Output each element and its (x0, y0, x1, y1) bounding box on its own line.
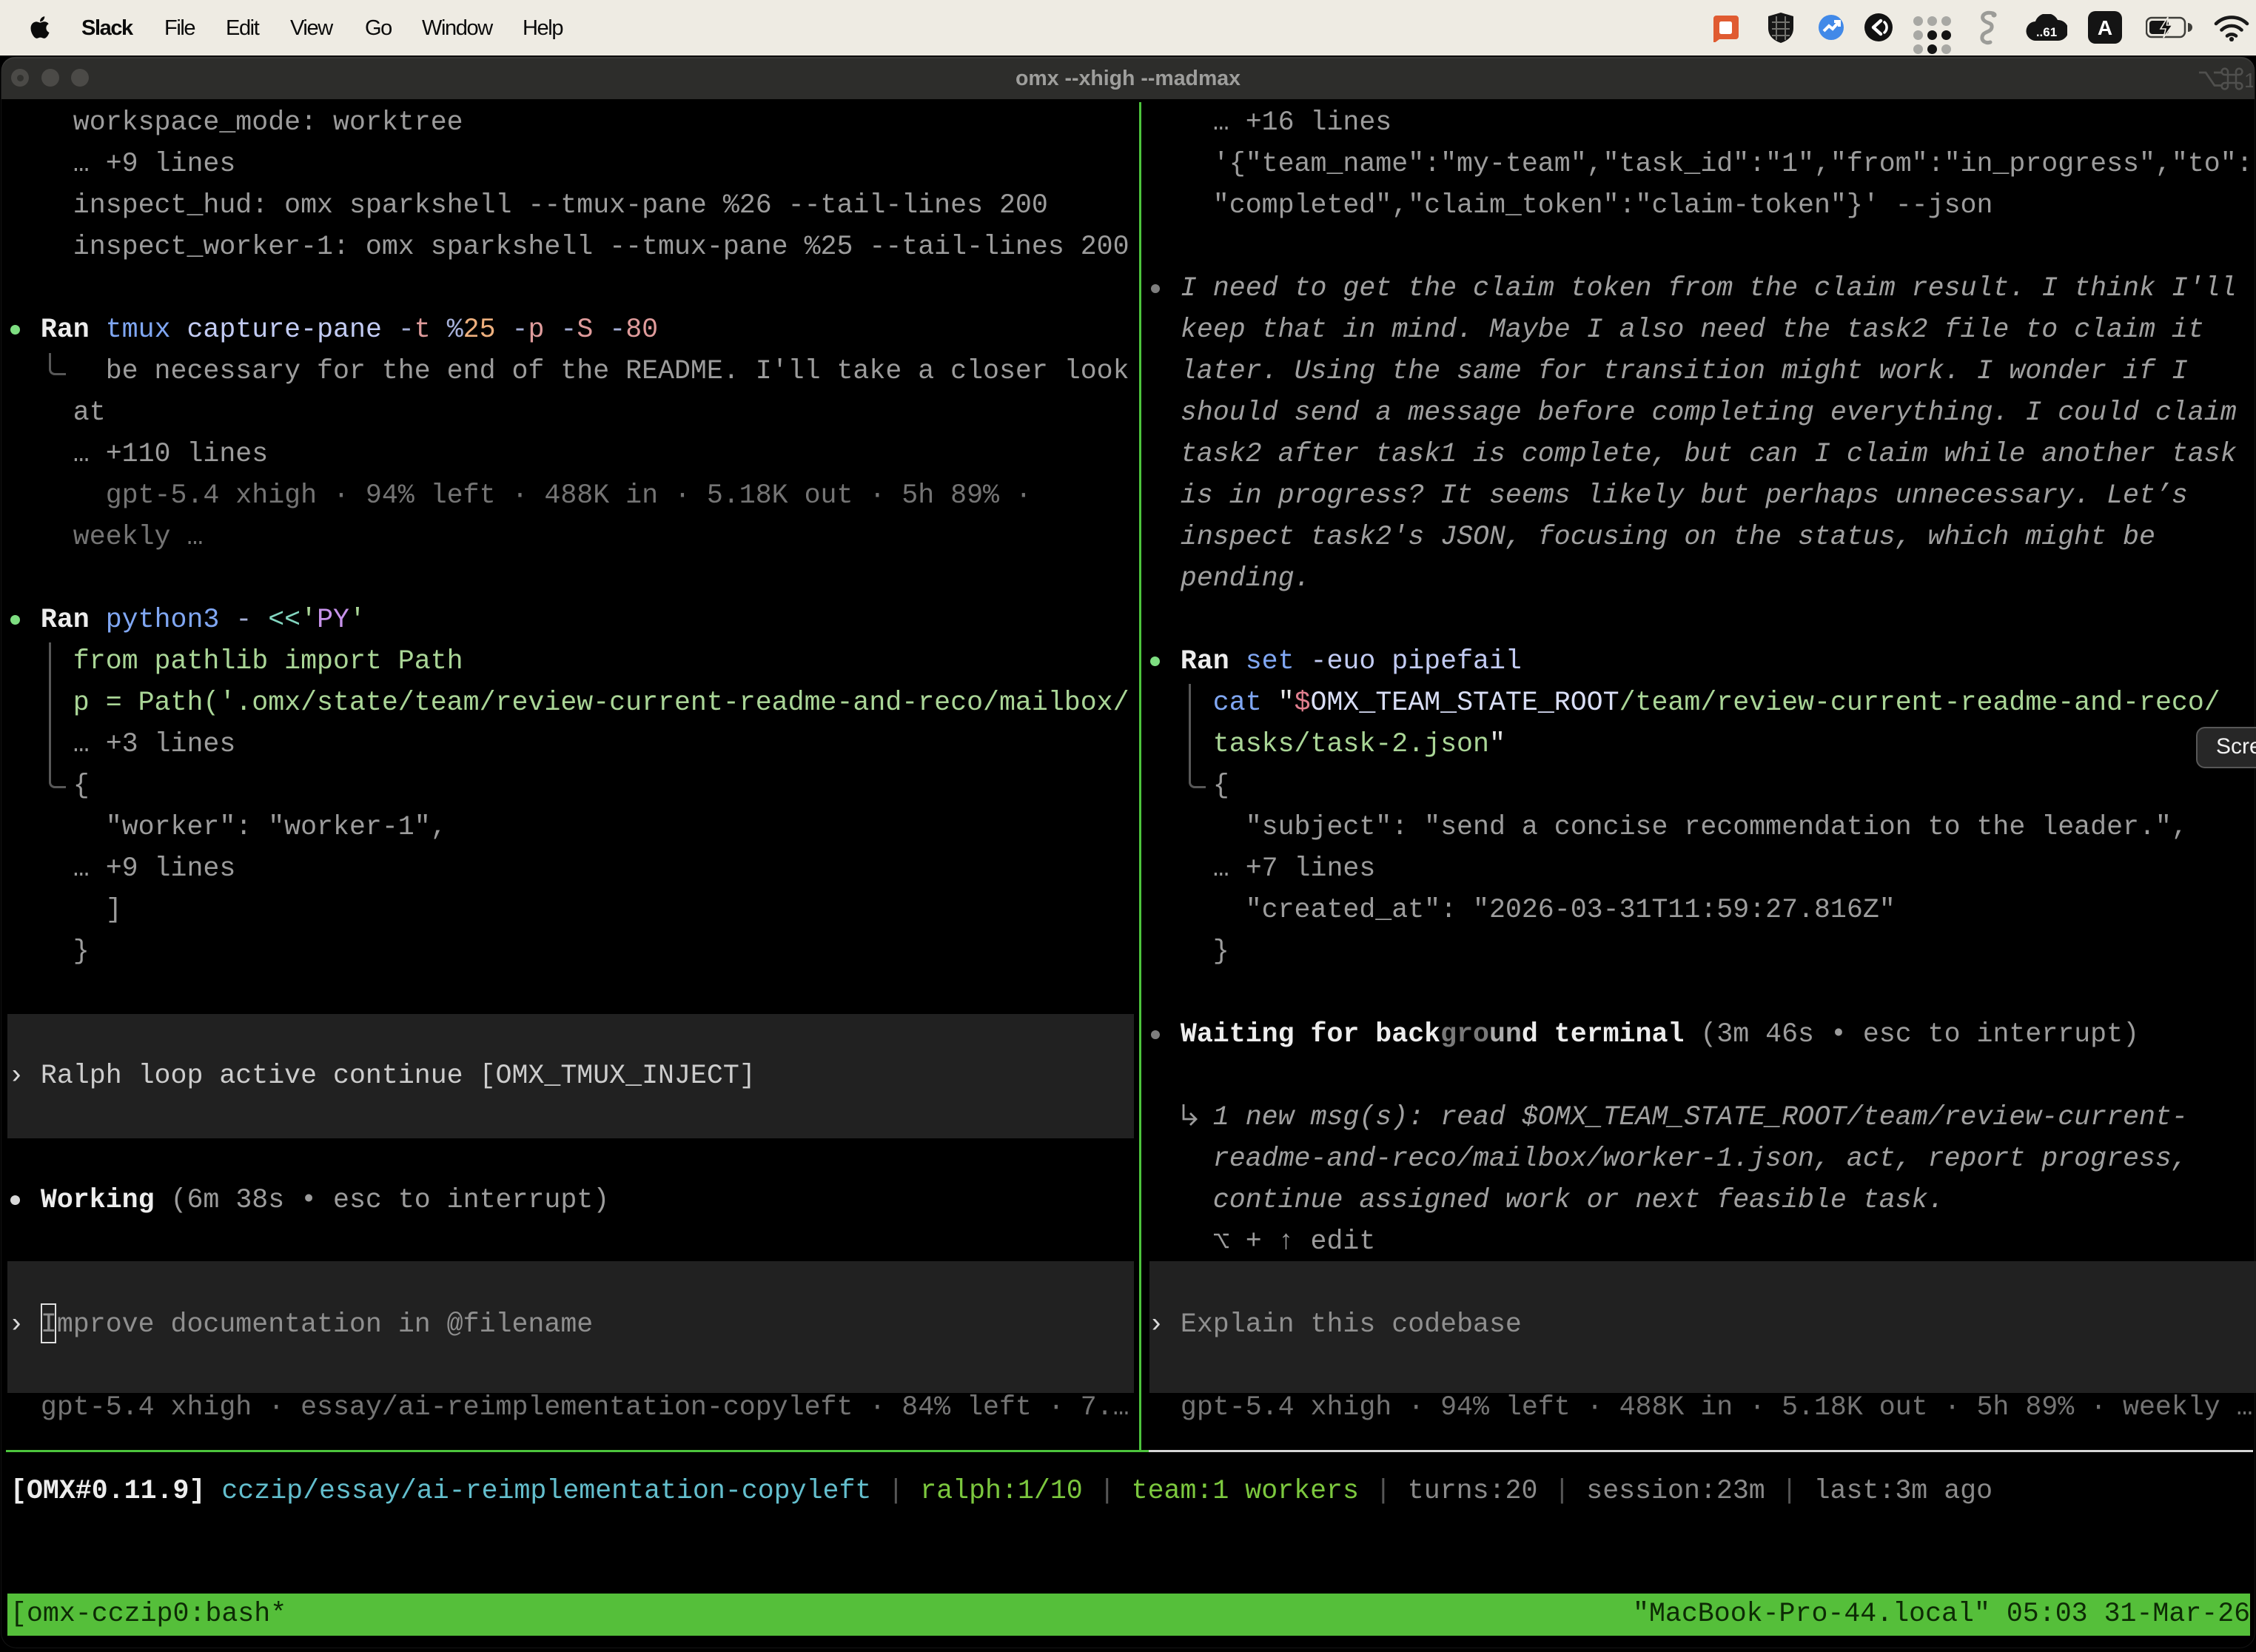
svg-text:..61: ..61 (2036, 25, 2057, 39)
svg-text:1: 1 (2244, 69, 2253, 91)
